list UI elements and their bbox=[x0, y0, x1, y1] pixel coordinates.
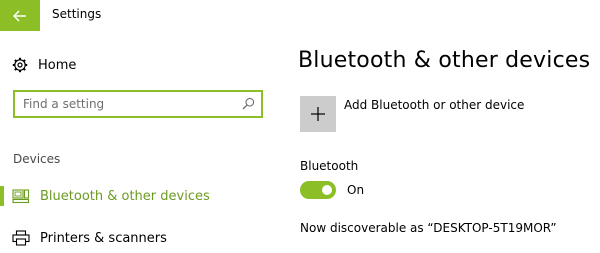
search-box[interactable] bbox=[13, 90, 263, 118]
add-device-tile bbox=[300, 96, 336, 132]
bluetooth-toggle[interactable] bbox=[300, 181, 336, 199]
add-device-button[interactable]: Add Bluetooth or other device bbox=[300, 96, 524, 132]
printer-icon bbox=[12, 230, 30, 246]
sidebar-item-printers[interactable]: Printers & scanners bbox=[0, 225, 270, 251]
sidebar-item-bluetooth[interactable]: Bluetooth & other devices bbox=[0, 183, 270, 209]
toggle-knob bbox=[322, 185, 332, 195]
section-header-devices: Devices bbox=[13, 152, 61, 166]
sidebar-item-label: Printers & scanners bbox=[40, 230, 167, 246]
sidebar-item-home[interactable]: Home bbox=[12, 55, 76, 75]
discoverable-status: Now discoverable as “DESKTOP-5T19MOR” bbox=[300, 221, 557, 235]
sidebar-item-label: Home bbox=[38, 57, 77, 73]
settings-window: Settings Home Devices bbox=[0, 0, 600, 253]
sidebar-item-label: Bluetooth & other devices bbox=[40, 188, 210, 204]
title-bar: Settings bbox=[0, 0, 600, 31]
selection-indicator bbox=[0, 186, 4, 206]
gear-icon bbox=[12, 57, 28, 73]
plus-icon bbox=[311, 107, 325, 121]
add-device-label: Add Bluetooth or other device bbox=[344, 98, 525, 112]
bluetooth-toggle-row: On bbox=[300, 181, 364, 199]
toggle-state-label: On bbox=[347, 183, 365, 197]
window-title: Settings bbox=[52, 7, 102, 21]
search-icon[interactable] bbox=[242, 97, 255, 110]
bluetooth-heading: Bluetooth bbox=[300, 159, 359, 173]
page-title: Bluetooth & other devices bbox=[298, 48, 591, 73]
back-button[interactable] bbox=[0, 0, 40, 31]
back-arrow-icon bbox=[13, 9, 26, 22]
search-input[interactable] bbox=[23, 95, 233, 113]
bluetooth-devices-icon bbox=[12, 189, 30, 204]
